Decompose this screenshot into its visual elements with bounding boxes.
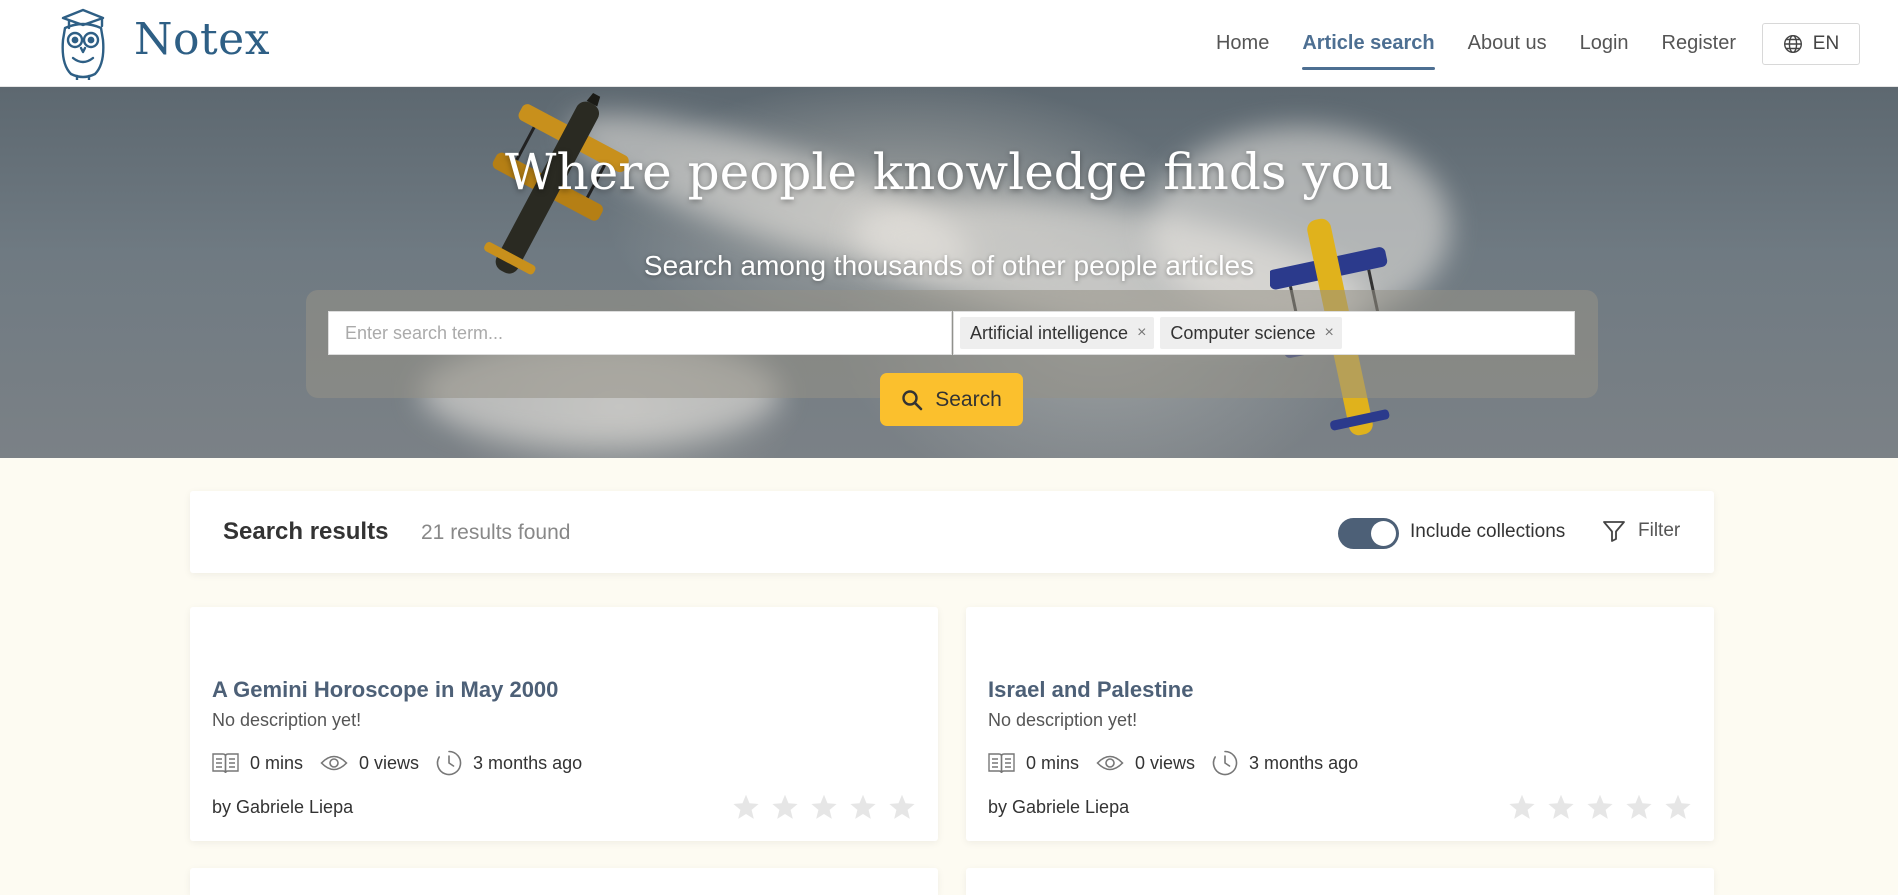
rating-stars [1508, 793, 1692, 821]
tag-label: Computer science [1170, 322, 1316, 343]
star-icon[interactable] [888, 793, 916, 821]
star-icon[interactable] [771, 793, 799, 821]
results-title: Search results [223, 518, 389, 545]
tag-select-field[interactable]: Artificial intelligence × Computer scien… [953, 311, 1575, 355]
article-description: No description yet! [988, 710, 1138, 730]
results-count: 21 results found [421, 521, 571, 544]
article-card[interactable] [966, 868, 1714, 895]
top-navbar: Notex Home Article search About us Login… [0, 0, 1898, 87]
nav-login[interactable]: Login [1580, 0, 1629, 87]
owl-logo-icon[interactable] [55, 6, 111, 80]
search-input[interactable] [328, 311, 952, 355]
tag-remove-icon[interactable]: × [1325, 324, 1334, 342]
tag-chip: Computer science × [1160, 317, 1342, 349]
nav-about-us[interactable]: About us [1468, 0, 1547, 87]
rating-stars [732, 793, 916, 821]
include-collections-toggle[interactable] [1338, 518, 1399, 549]
star-icon[interactable] [1664, 793, 1692, 821]
nav-article-search[interactable]: Article search [1302, 0, 1435, 87]
search-button[interactable]: Search [880, 373, 1023, 426]
globe-icon [1783, 34, 1802, 54]
article-meta: 0 mins 0 views 3 months ago [988, 750, 1375, 776]
article-title[interactable]: A Gemini Horoscope in May 2000 [212, 677, 558, 703]
article-meta: 0 mins 0 views 3 months ago [212, 750, 599, 776]
search-icon [902, 389, 923, 410]
clock-icon [1212, 750, 1238, 776]
clock-icon [436, 750, 462, 776]
tag-chip: Artificial intelligence × [960, 317, 1155, 349]
star-icon[interactable] [1508, 793, 1536, 821]
eye-icon [320, 755, 348, 771]
nav-register[interactable]: Register [1662, 0, 1736, 87]
read-time: 0 mins [212, 752, 303, 774]
article-card[interactable]: Israel and Palestine No description yet!… [966, 607, 1714, 841]
star-icon[interactable] [849, 793, 877, 821]
article-title[interactable]: Israel and Palestine [988, 677, 1193, 703]
book-icon [988, 753, 1015, 774]
main-nav: Home Article search About us Login Regis… [1183, 0, 1736, 87]
filter-icon [1603, 521, 1625, 542]
article-description: No description yet! [212, 710, 362, 730]
star-icon[interactable] [732, 793, 760, 821]
filter-label: Filter [1638, 520, 1681, 541]
toggle-knob [1371, 521, 1396, 546]
view-count: 0 views [1096, 753, 1195, 774]
hero-subtitle: Search among thousands of other people a… [643, 250, 1255, 281]
article-card[interactable] [190, 868, 938, 895]
eye-icon [1096, 755, 1124, 771]
view-count: 0 views [320, 753, 419, 774]
article-author: by Gabriele Liepa [212, 797, 354, 817]
read-time-value: 0 mins [250, 752, 304, 773]
star-icon[interactable] [1586, 793, 1614, 821]
read-time: 0 mins [988, 752, 1079, 774]
published-age-value: 3 months ago [1249, 752, 1359, 773]
hero-banner: Where people knowledge finds you Search … [0, 87, 1898, 458]
include-collections-label: Include collections [1410, 521, 1566, 542]
read-time-value: 0 mins [1026, 752, 1080, 773]
results-header: Search results 21 results found Include … [190, 491, 1714, 573]
brand-name[interactable]: Notex [134, 14, 270, 65]
tag-label: Artificial intelligence [970, 322, 1129, 343]
article-author: by Gabriele Liepa [988, 797, 1130, 817]
star-icon[interactable] [1625, 793, 1653, 821]
search-button-label: Search [935, 387, 1002, 411]
published-age-value: 3 months ago [473, 752, 583, 773]
view-count-value: 0 views [1135, 752, 1196, 773]
hero-title: Where people knowledge finds you [505, 143, 1393, 201]
article-card[interactable]: A Gemini Horoscope in May 2000 No descri… [190, 607, 938, 841]
published-age: 3 months ago [436, 750, 582, 776]
star-icon[interactable] [1547, 793, 1575, 821]
language-code: EN [1812, 33, 1840, 54]
language-selector[interactable]: EN [1762, 23, 1860, 65]
star-icon[interactable] [810, 793, 838, 821]
nav-home[interactable]: Home [1216, 0, 1269, 87]
published-age: 3 months ago [1212, 750, 1358, 776]
view-count-value: 0 views [359, 752, 420, 773]
filter-button[interactable]: Filter [1602, 519, 1680, 543]
tag-remove-icon[interactable]: × [1137, 324, 1146, 342]
book-icon [212, 753, 239, 774]
